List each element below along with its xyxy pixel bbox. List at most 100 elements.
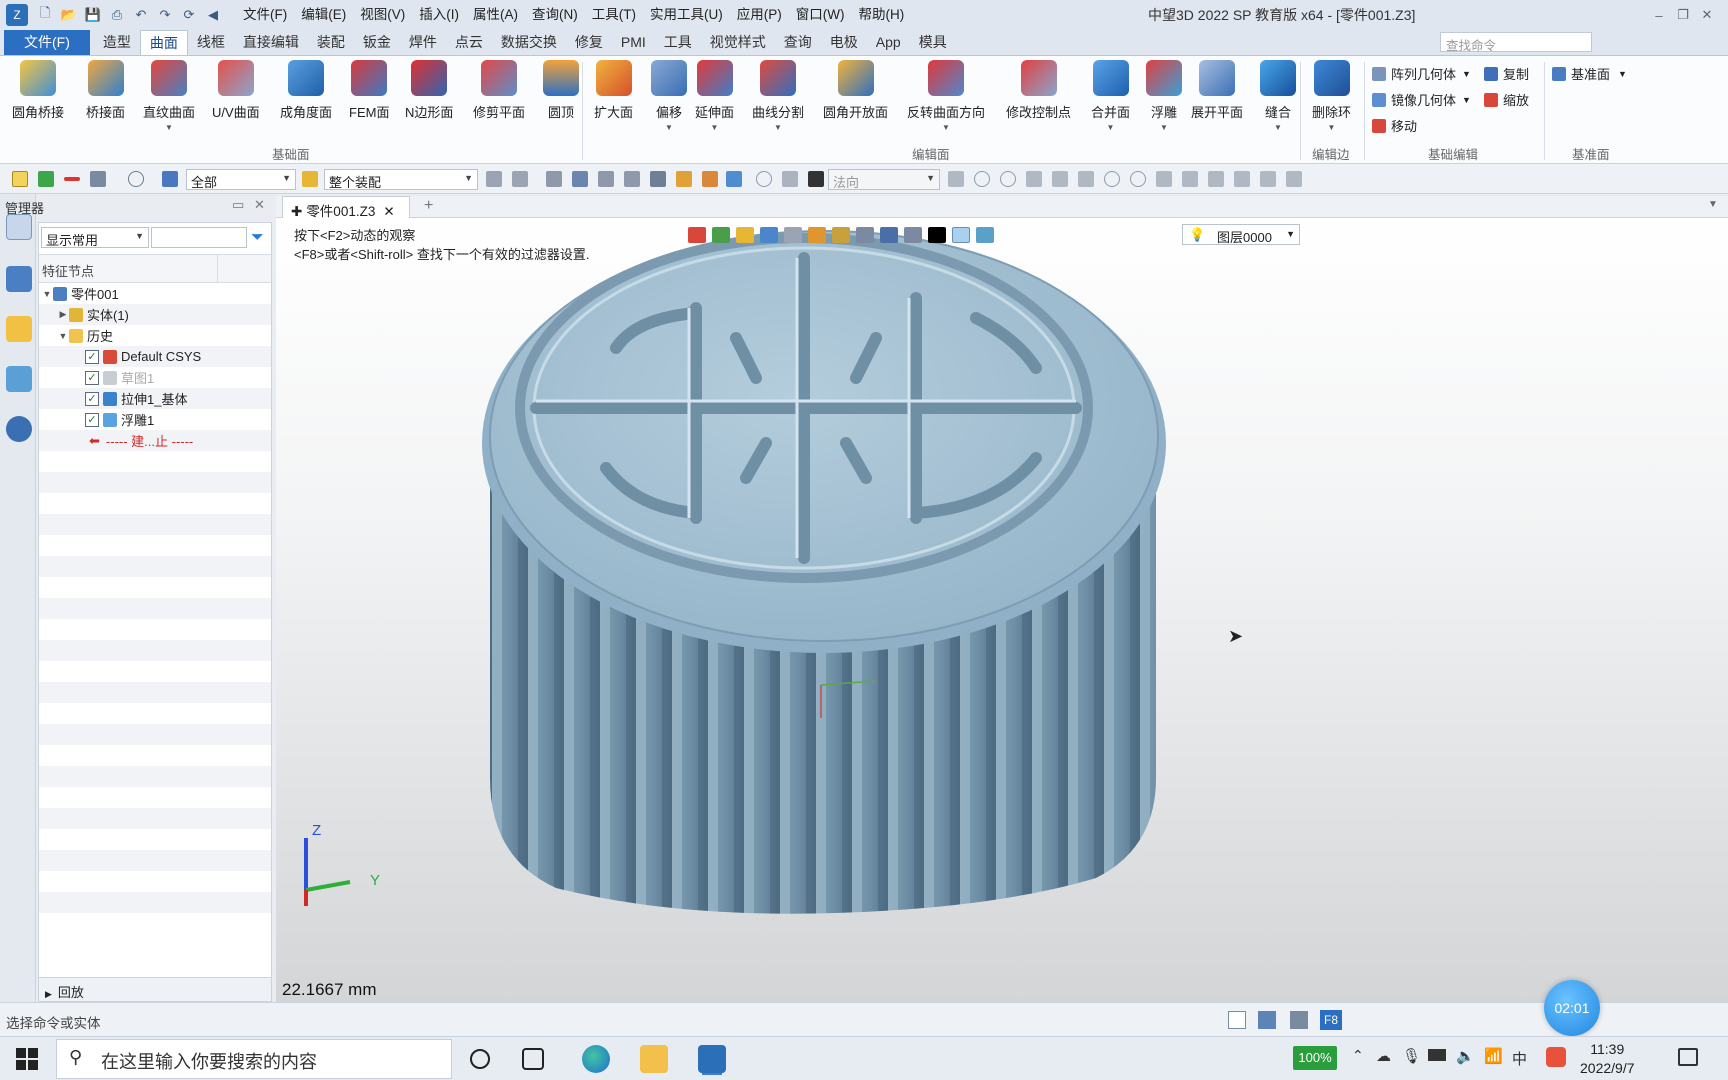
device-icon[interactable]	[1428, 1049, 1446, 1061]
direction-select[interactable]: 法向 ▼	[828, 169, 940, 190]
tree-node-sketch[interactable]: ✓ 草图1	[39, 367, 271, 388]
toolbar-icon[interactable]	[1000, 171, 1016, 187]
circle-icon[interactable]	[1104, 171, 1120, 187]
mooncake-model[interactable]	[276, 218, 1728, 1002]
tab-menu-icon[interactable]: ▼	[1708, 199, 1718, 210]
dropdown-icon[interactable]: ▼	[1462, 69, 1471, 79]
visibility-checkbox[interactable]: ✓	[85, 412, 99, 427]
toolbar-icon[interactable]	[1026, 171, 1042, 187]
view-cube-icon[interactable]	[760, 227, 778, 243]
pattern-geometry-button[interactable]: 阵列几何体 ▼	[1372, 64, 1471, 83]
view-orient-icon[interactable]	[784, 227, 802, 243]
filter-type-icon[interactable]	[162, 171, 178, 187]
print-icon[interactable]: ⎙	[106, 5, 128, 25]
tree-node-solid[interactable]: ▶ 实体(1)	[39, 304, 271, 325]
angled-face-button[interactable]: 成角度面	[280, 60, 332, 121]
section-icon[interactable]	[880, 227, 898, 243]
dropdown-icon[interactable]: ▼	[711, 123, 719, 132]
tab-modeling[interactable]: 造型	[94, 30, 140, 55]
app-logo-icon[interactable]: Z	[6, 4, 28, 26]
toolbar-icon[interactable]	[598, 171, 614, 187]
menu-attribute[interactable]: 属性(A)	[466, 0, 525, 30]
task-view-icon[interactable]	[522, 1048, 544, 1070]
fit-view-icon[interactable]	[856, 227, 874, 243]
curve-icon[interactable]	[1182, 171, 1198, 187]
menu-edit[interactable]: 编辑(E)	[294, 0, 353, 30]
scope-select[interactable]: 整个装配 ▼	[324, 169, 478, 190]
view-tool-icon[interactable]	[712, 227, 730, 243]
visibility-checkbox[interactable]: ✓	[85, 370, 99, 385]
trim-plane-button[interactable]: 修剪平面	[473, 60, 525, 121]
menu-apps[interactable]: 应用(P)	[730, 0, 789, 30]
enlarge-face-button[interactable]: 扩大面	[594, 60, 633, 121]
ime-indicator[interactable]: 中	[1512, 1048, 1527, 1069]
layer-tool-icon[interactable]	[976, 227, 994, 243]
notification-icon[interactable]	[1678, 1048, 1698, 1066]
f8-indicator[interactable]: F8	[1320, 1010, 1342, 1030]
sogou-input-icon[interactable]	[1546, 1047, 1566, 1067]
toolbar-icon[interactable]	[1286, 171, 1302, 187]
dome-button[interactable]: 圆顶	[543, 60, 579, 121]
tab-surface[interactable]: 曲面	[139, 30, 188, 55]
menu-utilities[interactable]: 实用工具(U)	[643, 0, 730, 30]
recording-timer[interactable]: 02:01	[1544, 980, 1600, 1036]
back-icon[interactable]: ◀	[202, 5, 224, 25]
expand-icon[interactable]: ▶	[57, 309, 69, 320]
stop-icon[interactable]	[808, 171, 824, 187]
menu-inquire[interactable]: 查询(N)	[525, 0, 585, 30]
toolbar-icon[interactable]	[572, 171, 588, 187]
refresh-icon[interactable]: ⟳	[178, 5, 200, 25]
unfold-plane-button[interactable]: 展开平面	[1191, 60, 1243, 121]
curve-split-button[interactable]: 曲线分割 ▼	[752, 60, 804, 132]
view-tool-icon[interactable]	[904, 227, 922, 243]
toolbar-icon[interactable]	[756, 171, 772, 187]
dropdown-icon[interactable]: ▼	[165, 123, 173, 132]
pin-icon[interactable]: ▭	[232, 197, 244, 213]
tab-wireframe[interactable]: 线框	[188, 30, 234, 55]
offset-button[interactable]: 偏移 ▼	[651, 60, 687, 132]
fillet-bridge-button[interactable]: 圆角桥接	[12, 60, 64, 121]
toolbar-icon[interactable]	[512, 171, 528, 187]
toolbar-icon[interactable]	[676, 171, 692, 187]
color-black-swatch[interactable]	[928, 227, 946, 243]
tab-pmi[interactable]: PMI	[612, 30, 655, 55]
fem-face-button[interactable]: FEM面	[349, 60, 389, 121]
datum-plane-button[interactable]: 基准面 ▼	[1552, 64, 1627, 83]
tab-assembly[interactable]: 装配	[308, 30, 354, 55]
tab-app[interactable]: App	[867, 30, 910, 55]
panel-icon[interactable]	[1290, 1011, 1308, 1029]
tab-tools[interactable]: 工具	[655, 30, 701, 55]
volume-icon[interactable]: 🔈	[1456, 1047, 1475, 1065]
lasso-icon[interactable]	[128, 171, 144, 187]
collapse-icon[interactable]: ▼	[57, 331, 69, 341]
windows-start-icon[interactable]	[16, 1048, 38, 1070]
view-back-icon[interactable]	[688, 227, 706, 243]
view-manager-icon[interactable]	[6, 366, 32, 392]
tab-data-exchange[interactable]: 数据交换	[492, 30, 566, 55]
box-select-icon[interactable]	[90, 171, 106, 187]
assembly-scope-icon[interactable]	[302, 171, 318, 187]
restore-icon[interactable]: ❐	[1672, 7, 1694, 23]
collapse-icon[interactable]: ▼	[41, 289, 53, 299]
rollback-marker[interactable]: ⬅ ----- 建...止 -----	[39, 430, 271, 451]
scale-button[interactable]: 缩放	[1484, 90, 1529, 109]
new-file-icon[interactable]: 🗋	[34, 5, 56, 25]
stitch-button[interactable]: 缝合 ▼	[1260, 60, 1296, 132]
visibility-checkbox[interactable]: ✓	[85, 349, 99, 364]
wifi-icon[interactable]: 📶	[1484, 1047, 1503, 1065]
mirror-geometry-button[interactable]: 镜像几何体 ▼	[1372, 90, 1471, 109]
taskbar-clock[interactable]: 11:39 2022/9/7	[1580, 1040, 1635, 1078]
3d-viewport[interactable]: 按下<F2>动态的观察 <F8>或者<Shift-roll> 查找下一个有效的过…	[276, 218, 1728, 1002]
visibility-checkbox[interactable]: ✓	[85, 391, 99, 406]
toolbar-icon[interactable]	[1234, 171, 1250, 187]
tree-node-part[interactable]: ▼ 零件001	[39, 283, 271, 304]
save-icon[interactable]: 💾	[82, 5, 104, 25]
dropdown-icon[interactable]: ▼	[1274, 123, 1282, 132]
tab-repair[interactable]: 修复	[566, 30, 612, 55]
close-panel-icon[interactable]: ✕	[254, 197, 265, 213]
merge-face-button[interactable]: 合并面 ▼	[1091, 60, 1130, 132]
dropdown-icon[interactable]: ▼	[1618, 69, 1627, 79]
redo-icon[interactable]: ↷	[154, 5, 176, 25]
dropdown-icon[interactable]: ▼	[1328, 123, 1336, 132]
close-icon[interactable]: ✕	[1696, 7, 1718, 23]
